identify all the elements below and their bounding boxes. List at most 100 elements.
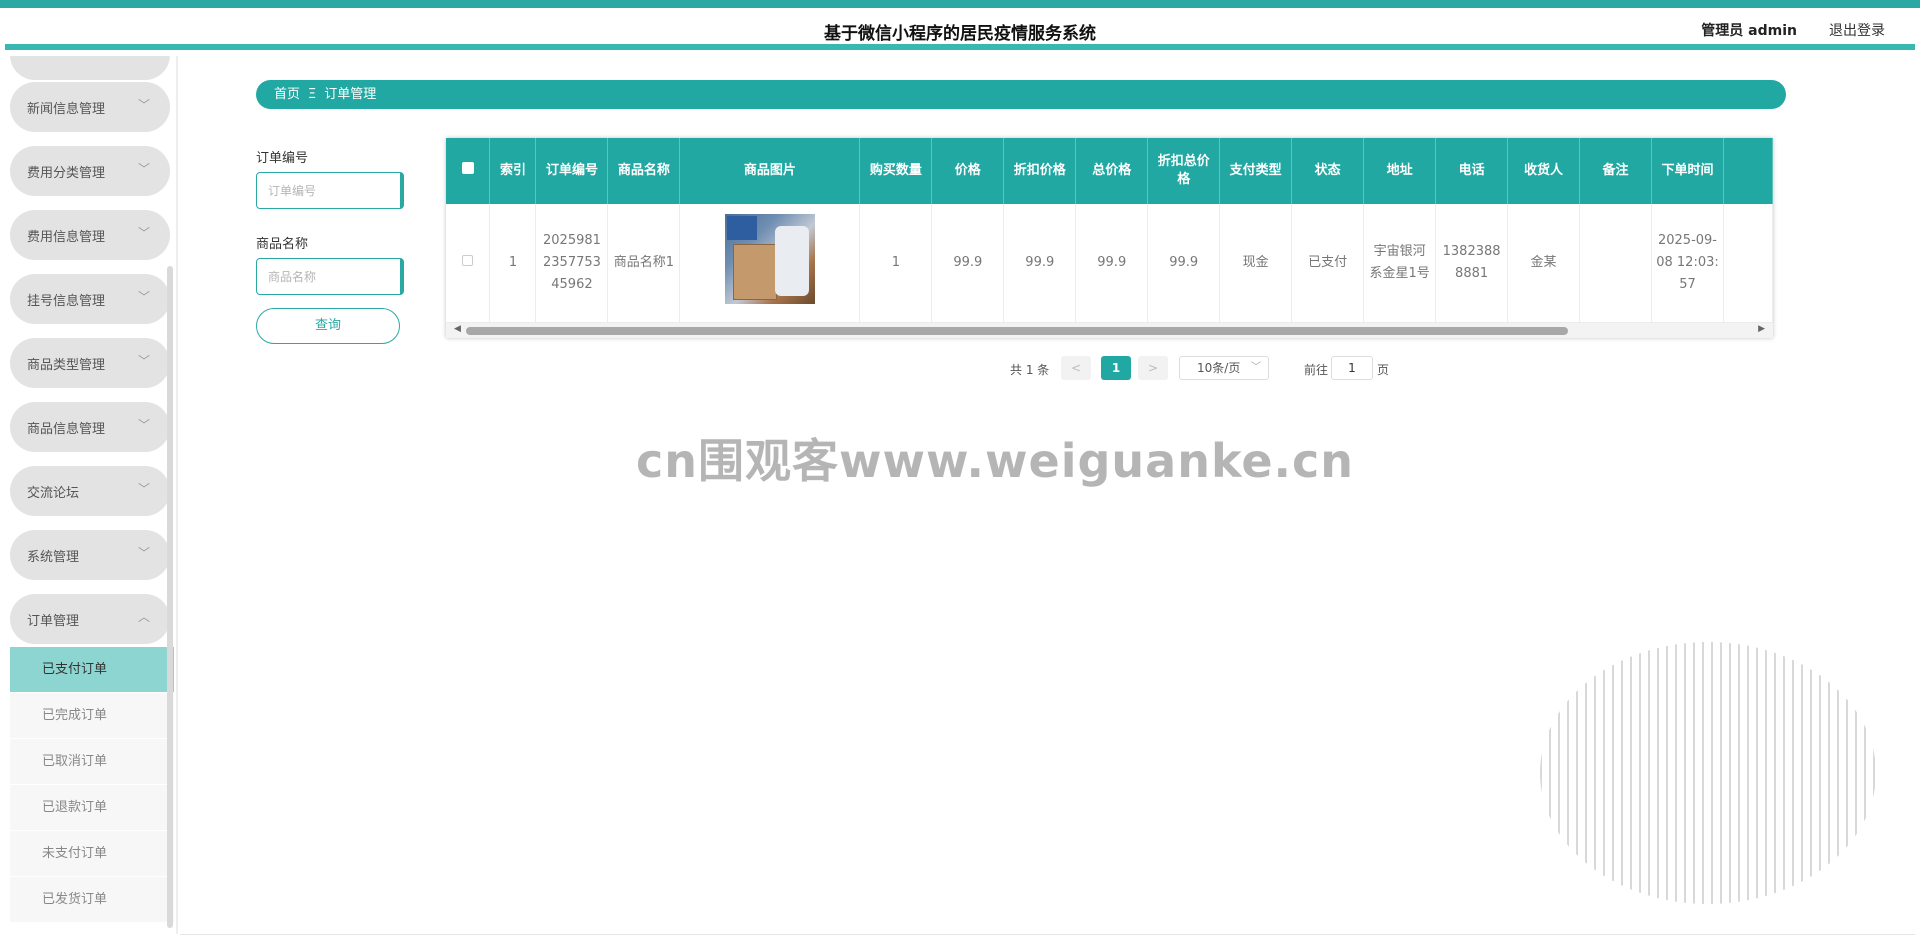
col-product-name: 商品名称 <box>607 138 681 204</box>
sidebar-item-orders[interactable]: 订单管理 ︿ <box>10 594 170 644</box>
sidebar-item-label: 交流论坛 <box>27 486 80 501</box>
cell-total-price: 99.9 <box>1075 204 1149 323</box>
col-discount-price: 折扣价格 <box>1003 138 1077 204</box>
sidebar-item-news[interactable]: 新闻信息管理 ﹀ <box>10 82 170 132</box>
col-pay-type: 支付类型 <box>1219 138 1293 204</box>
breadcrumb: 首页 Ξ 订单管理 <box>256 80 1786 109</box>
chevron-up-icon: ︿ <box>137 610 150 624</box>
cell-pay-type: 现金 <box>1219 204 1293 323</box>
col-actions <box>1723 138 1773 204</box>
page-size-select[interactable]: 10条/页 ﹀ <box>1179 356 1269 380</box>
submenu-shipped-orders[interactable]: 已发货订单 <box>10 877 174 923</box>
watermark: cn围观客www.weiguanke.cn <box>636 434 1355 488</box>
sidebar-item-label: 挂号信息管理 <box>27 294 106 309</box>
cell-actions <box>1723 204 1773 323</box>
chevron-down-icon: ﹀ <box>1251 362 1261 373</box>
product-name-label: 商品名称 <box>256 237 309 252</box>
sidebar-item-fee-category[interactable]: 费用分类管理 ﹀ <box>10 146 170 196</box>
submenu-unpaid-orders[interactable]: 未支付订单 <box>10 831 174 877</box>
sidebar-item-fee-info[interactable]: 费用信息管理 ﹀ <box>10 210 170 260</box>
col-order-time: 下单时间 <box>1651 138 1724 204</box>
goto-suffix: 页 <box>1377 363 1390 377</box>
scroll-left-icon[interactable]: ◀ <box>454 324 461 334</box>
order-no-label: 订单编号 <box>256 151 309 166</box>
sidebar-item-system[interactable]: 系统管理 ﹀ <box>10 530 170 580</box>
select-all-checkbox[interactable] <box>446 138 491 204</box>
scroll-right-icon[interactable]: ▶ <box>1758 324 1765 334</box>
submenu-paid-orders[interactable]: 已支付订单 <box>10 647 174 693</box>
cell-receiver: 金某 <box>1507 204 1581 323</box>
cell-product-name: 商品名称1 <box>607 204 681 323</box>
breadcrumb-separator-icon: Ξ <box>308 87 317 102</box>
cell-address: 宇宙银河系金星1号 <box>1363 204 1437 323</box>
col-total-price: 总价格 <box>1075 138 1149 204</box>
submenu-cancelled-orders[interactable]: 已取消订单 <box>10 739 174 785</box>
sidebar-item-label: 费用分类管理 <box>27 166 106 181</box>
chevron-down-icon: ﹀ <box>137 226 150 240</box>
col-remark: 备注 <box>1579 138 1653 204</box>
table-row: 1 20259812357753 45962 商品名称1 1 99.9 99.9… <box>446 204 1773 323</box>
col-quantity: 购买数量 <box>859 138 933 204</box>
sidebar-item-label: 新闻信息管理 <box>27 102 106 117</box>
cell-product-image <box>679 204 861 323</box>
sidebar: 新闻信息管理 ﹀ 费用分类管理 ﹀ 费用信息管理 ﹀ 挂号信息管理 ﹀ 商品类型… <box>5 56 178 934</box>
breadcrumb-current: 订单管理 <box>324 87 377 102</box>
pagination-total: 共 1 条 <box>1010 363 1050 377</box>
top-accent-stripe <box>0 0 1920 8</box>
scrollbar-thumb[interactable] <box>466 327 1568 335</box>
page-size-value: 10条/页 <box>1197 361 1241 375</box>
cell-status: 已支付 <box>1291 204 1365 323</box>
col-index: 索引 <box>489 138 537 204</box>
cell-order-no: 20259812357753 45962 <box>535 204 609 323</box>
submenu-completed-orders[interactable]: 已完成订单 <box>10 693 174 739</box>
cell-discount-total: 99.9 <box>1147 204 1221 323</box>
chevron-down-icon: ﹀ <box>137 162 150 176</box>
sidebar-item-label: 费用信息管理 <box>27 230 106 245</box>
sidebar-item-hidden[interactable] <box>10 56 170 80</box>
goto-page-input[interactable]: 1 <box>1331 356 1373 380</box>
cell-quantity: 1 <box>859 204 933 323</box>
sidebar-item-forum[interactable]: 交流论坛 ﹀ <box>10 466 170 516</box>
col-product-image: 商品图片 <box>679 138 861 204</box>
decorative-striped-circle <box>1540 642 1876 904</box>
cell-price: 99.9 <box>931 204 1005 323</box>
orders-submenu: 已支付订单 已完成订单 已取消订单 已退款订单 未支付订单 已发货订单 <box>10 647 174 923</box>
next-page-button[interactable]: > <box>1138 356 1168 380</box>
submenu-refunded-orders[interactable]: 已退款订单 <box>10 785 174 831</box>
logout-button[interactable]: 退出登录 <box>1829 20 1885 40</box>
sidebar-item-label: 订单管理 <box>27 614 80 629</box>
current-page-button[interactable]: 1 <box>1101 356 1131 380</box>
col-phone: 电话 <box>1435 138 1509 204</box>
sidebar-item-product-info[interactable]: 商品信息管理 ﹀ <box>10 402 170 452</box>
breadcrumb-home[interactable]: 首页 <box>274 87 300 102</box>
sidebar-item-label: 商品信息管理 <box>27 422 106 437</box>
order-no-input[interactable] <box>256 172 404 209</box>
page-bottom-border <box>180 934 1915 935</box>
product-name-input[interactable] <box>256 258 404 295</box>
chevron-down-icon: ﹀ <box>137 98 150 112</box>
chevron-down-icon: ﹀ <box>137 482 150 496</box>
prev-page-button[interactable]: < <box>1061 356 1091 380</box>
cell-index: 1 <box>489 204 537 323</box>
table-horizontal-scrollbar[interactable]: ◀ ▶ <box>446 323 1773 338</box>
col-order-no: 订单编号 <box>535 138 609 204</box>
table-header-row: 索引 订单编号 商品名称 商品图片 购买数量 价格 折扣价格 总价格 折扣总价格… <box>446 138 1773 204</box>
row-checkbox[interactable] <box>446 204 491 323</box>
col-status: 状态 <box>1291 138 1365 204</box>
app-header: 基于微信小程序的居民疫情服务系统 管理员 admin 退出登录 <box>5 8 1915 50</box>
sidebar-item-registration[interactable]: 挂号信息管理 ﹀ <box>10 274 170 324</box>
col-address: 地址 <box>1363 138 1437 204</box>
pagination: 共 1 条 <box>0 356 1920 380</box>
app-title: 基于微信小程序的居民疫情服务系统 <box>824 24 1096 44</box>
orders-table: 索引 订单编号 商品名称 商品图片 购买数量 价格 折扣价格 总价格 折扣总价格… <box>446 138 1773 338</box>
col-discount-total: 折扣总价格 <box>1147 138 1221 204</box>
product-photo[interactable] <box>724 213 815 304</box>
cell-remark <box>1579 204 1653 323</box>
col-receiver: 收货人 <box>1507 138 1581 204</box>
current-user: 管理员 admin <box>1701 23 1797 39</box>
cell-phone: 13823888881 <box>1435 204 1509 323</box>
query-button[interactable]: 查询 <box>256 308 400 344</box>
chevron-down-icon: ﹀ <box>137 290 150 304</box>
col-price: 价格 <box>931 138 1005 204</box>
chevron-down-icon: ﹀ <box>137 546 150 560</box>
